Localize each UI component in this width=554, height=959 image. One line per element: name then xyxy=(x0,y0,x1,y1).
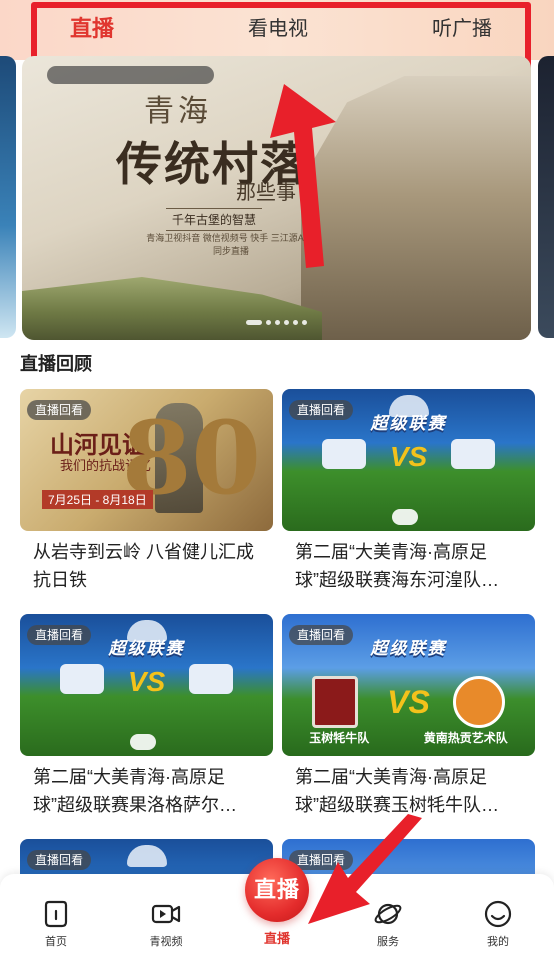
replay-card[interactable]: 山河见证 我们的抗战记忆 80 7月25日 - 8月18日 直播回看 从岩寺到云… xyxy=(20,389,273,594)
carousel-dot xyxy=(266,319,271,325)
banner-field-image xyxy=(22,277,322,340)
card-title: 第二届“大美青海·高原足球”超级联赛玉树牦牛队… xyxy=(295,767,499,815)
thumb-date: 7月25日 - 8月18日 xyxy=(42,490,153,509)
nav-video[interactable]: 青视频 xyxy=(126,900,206,949)
league-logo xyxy=(126,845,167,867)
nav-home-label: 首页 xyxy=(45,936,67,948)
replay-thumbnail: 山河见证 我们的抗战记忆 80 7月25日 - 8月18日 直播回看 xyxy=(20,389,273,531)
team-right-logo xyxy=(453,676,505,728)
replay-thumbnail: 超级联赛 VS 直播回看 xyxy=(20,614,273,756)
card-title: 从岩寺到云岭 八省健儿汇成抗日铁 xyxy=(33,542,254,590)
nav-me-label: 我的 xyxy=(487,936,509,948)
replay-badge: 直播回看 xyxy=(27,625,92,645)
carousel-dot xyxy=(302,319,307,325)
football-image xyxy=(130,734,156,750)
replay-badge: 直播回看 xyxy=(27,850,92,870)
nav-video-label: 青视频 xyxy=(149,936,183,948)
card-title: 第二届“大美青海·高原足球”超级联赛果洛格萨尔… xyxy=(33,767,237,815)
smile-icon xyxy=(484,900,512,928)
replay-thumbnail: 超级联赛 VS 玉树牦牛队 黄南热贡艺术队 直播回看 xyxy=(282,614,535,756)
banner-next-peek[interactable] xyxy=(538,56,554,338)
replay-card[interactable]: 超级联赛 VS 直播回看 第二届“大美青海·高原足球”超级联赛海东河湟队… xyxy=(282,389,535,594)
replay-badge: 直播回看 xyxy=(289,625,354,645)
banner-top-pill xyxy=(47,66,214,84)
video-icon xyxy=(151,904,181,924)
banner-subtitle: 千年古堡的智慧 xyxy=(166,208,263,231)
team-right-logo xyxy=(189,664,233,694)
team-names: 玉树牦牛队 黄南热贡艺术队 xyxy=(282,729,535,746)
replay-card[interactable]: 超级联赛 VS 直播回看 第二届“大美青海·高原足球”超级联赛果洛格萨尔… xyxy=(20,614,273,819)
replay-badge: 直播回看 xyxy=(27,400,92,420)
vs-text: VS xyxy=(127,666,166,697)
carousel-dot xyxy=(275,319,280,325)
team-right-logo xyxy=(451,439,495,469)
nav-home[interactable]: 首页 xyxy=(16,900,96,949)
replay-card[interactable]: 超级联赛 VS 玉树牦牛队 黄南热贡艺术队 直播回看 第二届“大美青海·高原足球… xyxy=(282,614,535,819)
football-image xyxy=(392,509,418,525)
carousel-indicator xyxy=(246,319,307,325)
replay-badge: 直播回看 xyxy=(289,400,354,420)
team-left-name: 玉树牦牛队 xyxy=(309,731,370,745)
carousel-dot xyxy=(284,319,289,325)
banner-prev-peek[interactable] xyxy=(0,56,16,338)
vs-text: VS xyxy=(389,441,428,472)
carousel-dot xyxy=(293,319,298,325)
carousel-dot xyxy=(246,319,262,325)
replay-thumbnail: 超级联赛 VS 直播回看 xyxy=(282,389,535,531)
nav-me[interactable]: 我的 xyxy=(458,900,538,949)
card-title: 第二届“大美青海·高原足球”超级联赛海东河湟队… xyxy=(295,542,499,590)
section-title-live-review: 直播回顾 xyxy=(20,354,92,374)
team-right-name: 黄南热贡艺术队 xyxy=(423,731,508,745)
nav-service-label: 服务 xyxy=(377,936,399,948)
home-icon xyxy=(44,900,68,928)
annotation-arrow-down xyxy=(308,814,422,924)
banner-title-line1: 青海 xyxy=(144,94,212,129)
annotation-arrow-up xyxy=(270,84,336,268)
